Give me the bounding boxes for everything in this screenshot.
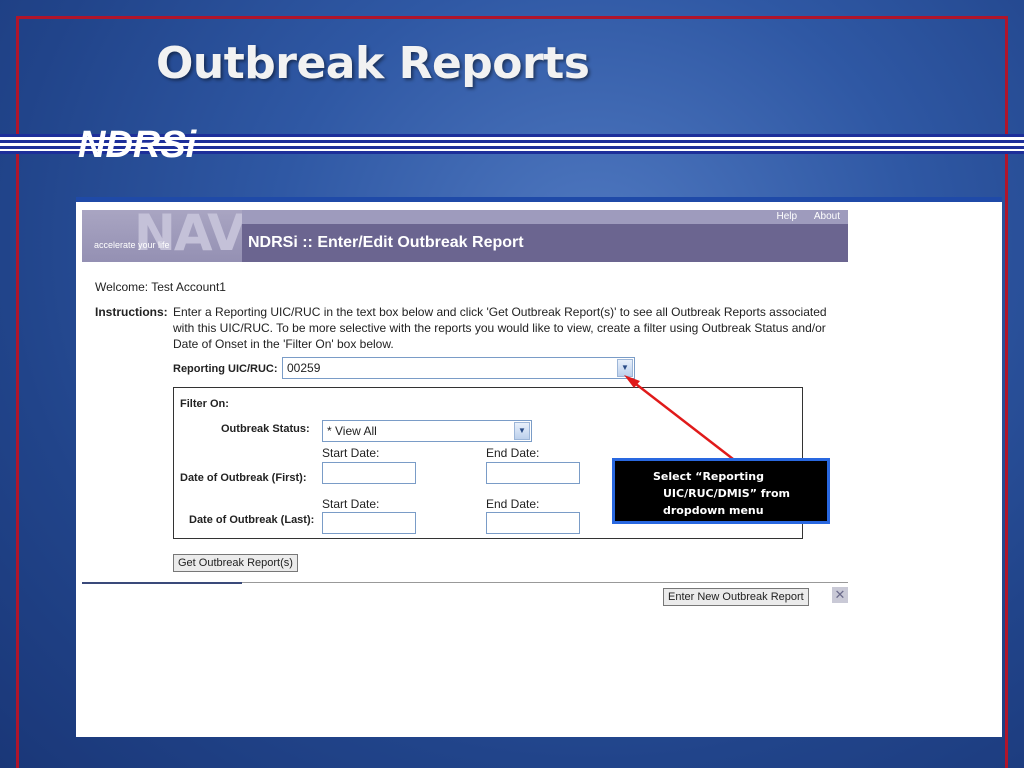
date-first-label: Date of Outbreak (First): — [180, 472, 307, 484]
header-main-bar: NDRSi :: Enter/Edit Outbreak Report — [242, 224, 848, 262]
last-end-date-label: End Date: — [486, 497, 540, 511]
slide-title: Outbreak Reports — [156, 38, 590, 89]
callout-line-3: dropdown menu — [663, 504, 764, 517]
help-link[interactable]: Help — [777, 211, 798, 222]
outbreak-status-value: * View All — [327, 424, 377, 438]
reporting-uic-value: 00259 — [287, 361, 321, 375]
last-start-date-label: Start Date: — [322, 497, 380, 511]
callout-line-1: Select “Reporting — [653, 470, 764, 483]
first-start-date-input[interactable] — [322, 462, 416, 484]
outbreak-status-label: Outbreak Status: — [221, 423, 310, 435]
chevron-down-icon[interactable]: ▼ — [617, 359, 633, 377]
footer-divider-dark — [82, 582, 242, 584]
slide-subtitle: NDRSi — [78, 124, 197, 166]
date-last-label: Date of Outbreak (Last): — [189, 514, 315, 526]
callout-box: Select “Reporting UIC/RUC/DMIS” from dro… — [612, 458, 830, 524]
reporting-uic-select[interactable]: 00259 ▼ — [282, 357, 635, 379]
navy-logo: NAVY accelerate your life — [82, 210, 242, 262]
first-end-date-label: End Date: — [486, 446, 540, 460]
close-icon[interactable]: ✕ — [832, 587, 848, 603]
first-end-date-input[interactable] — [486, 462, 580, 484]
callout-line-2: UIC/RUC/DMIS” from — [663, 487, 790, 500]
navy-logo-tagline: accelerate your life — [94, 240, 170, 250]
reporting-uic-label: Reporting UIC/RUC: — [173, 363, 278, 375]
welcome-text: Welcome: Test Account1 — [95, 280, 226, 294]
chevron-down-icon[interactable]: ▼ — [514, 422, 530, 440]
header-top-bar: Help About — [242, 210, 848, 224]
filter-title: Filter On: — [180, 398, 229, 410]
navy-logo-text: NAVY — [134, 210, 242, 262]
header-links: Help About — [763, 211, 841, 222]
last-start-date-input[interactable] — [322, 512, 416, 534]
get-outbreak-reports-button[interactable]: Get Outbreak Report(s) — [173, 554, 298, 572]
last-end-date-input[interactable] — [486, 512, 580, 534]
footer-divider — [242, 582, 848, 583]
instructions-text: Enter a Reporting UIC/RUC in the text bo… — [173, 305, 827, 351]
outbreak-status-select[interactable]: * View All ▼ — [322, 420, 532, 442]
page-title: NDRSi :: Enter/Edit Outbreak Report — [248, 234, 524, 251]
enter-new-outbreak-report-button[interactable]: Enter New Outbreak Report — [663, 588, 809, 606]
first-start-date-label: Start Date: — [322, 446, 380, 460]
about-link[interactable]: About — [814, 211, 840, 222]
screenshot-panel: NAVY accelerate your life Help About NDR… — [76, 202, 1002, 737]
instructions-label: Instructions: — [95, 305, 168, 319]
